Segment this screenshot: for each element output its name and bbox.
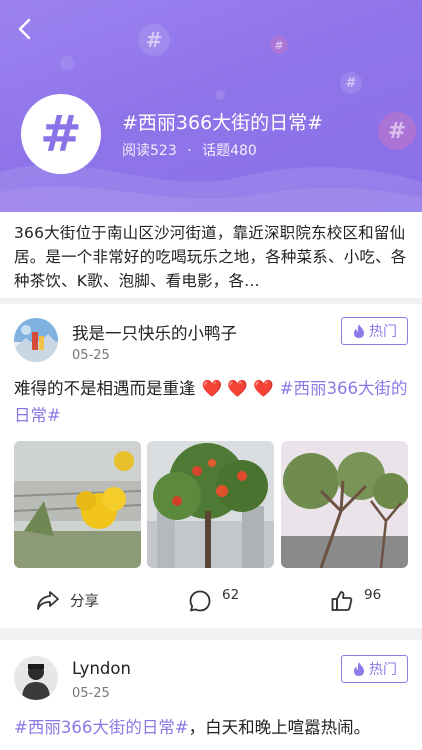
hot-badge[interactable]: 热门 [341,317,408,345]
hot-label: 热门 [369,662,397,678]
thumbs-up-icon [331,591,353,611]
post-text-body: 难得的不是相遇而是重逢 [14,379,196,398]
topic-header: # # # # # #西丽366大街的日常# 阅读523 · 话题480 [0,0,422,212]
hot-label: 热门 [369,324,397,340]
post-image-2[interactable] [147,441,274,568]
post-text-body: ，白天和晚上喧嚣热闹。 [188,718,371,737]
hash-bubble-icon: # [340,72,362,94]
chevron-left-icon [18,18,31,40]
hash-bubble-icon: # [270,36,288,54]
hash-bubble-icon: # [378,112,416,150]
post-text: 难得的不是相遇而是重逢 ❤️ ❤️ ❤️ #西丽366大街的日常# [14,375,410,429]
stats-separator: · [187,143,192,159]
topic-tag-link[interactable]: #西丽366大街的日常# [14,718,189,737]
post-date: 05-25 [72,686,110,701]
hash-icon: # [40,105,82,163]
read-count: 阅读523 [122,143,177,159]
bubble-decoration [215,90,225,100]
like-button[interactable]: 96 [330,587,382,613]
comment-button[interactable]: 62 [188,587,240,613]
topic-description[interactable]: 366大街位于南山区沙河街道，靠近深职院东校区和留仙居。是一个非常好的吃喝玩乐之… [0,212,422,298]
share-label: 分享 [70,593,99,610]
post-card[interactable]: 我是一只快乐的小鸭子 05-25 热门 难得的不是相遇而是重逢 ❤️ ❤️ ❤️ #… [0,304,422,628]
post-card[interactable]: Lyndon 05-25 热门 #西丽366大街的日常#，白天和晚上喧嚣热闹。 [0,640,422,750]
topic-title: #西丽366大街的日常# [122,112,324,134]
share-button[interactable]: 分享 [36,589,99,611]
heart-emojis: ❤️ ❤️ ❤️ [201,379,274,398]
share-icon [37,591,59,610]
topic-avatar: # [21,94,101,174]
post-date: 05-25 [72,348,110,363]
comment-count: 62 [222,587,240,603]
post-image-1[interactable] [14,441,141,568]
back-button[interactable] [12,14,40,44]
flame-icon [354,324,364,338]
avatar[interactable] [14,318,58,362]
avatar[interactable] [14,656,58,700]
comment-icon [189,590,211,612]
post-username[interactable]: Lyndon [72,659,131,678]
flame-icon [354,662,364,676]
topic-count: 话题480 [202,143,257,159]
hash-bubble-icon: # [138,24,170,56]
like-count: 96 [364,587,382,603]
post-text: #西丽366大街的日常#，白天和晚上喧嚣热闹。 [14,714,410,741]
post-image-3[interactable] [281,441,408,568]
post-username[interactable]: 我是一只快乐的小鸭子 [72,320,237,344]
hot-badge[interactable]: 热门 [341,655,408,683]
topic-stats: 阅读523 · 话题480 [122,140,257,160]
bubble-decoration [60,56,74,70]
